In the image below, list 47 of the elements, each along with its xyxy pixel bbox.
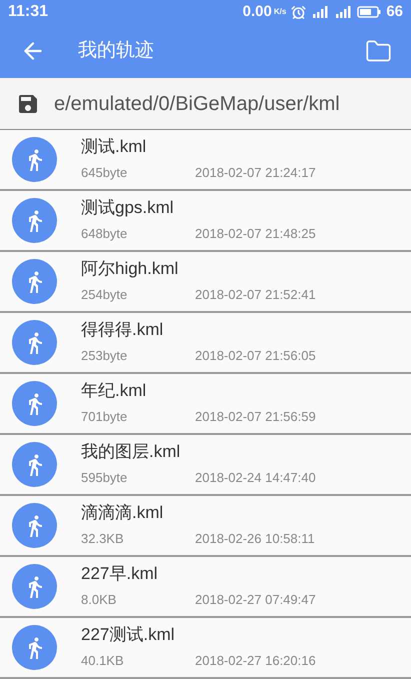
- file-name: 阿尔high.kml: [81, 258, 180, 280]
- file-date: 2018-02-27 07:49:47: [195, 591, 316, 610]
- file-date: 2018-02-26 10:58:11: [195, 530, 315, 548]
- walking-icon: [12, 625, 57, 670]
- file-date: 2018-02-07 21:56:05: [195, 347, 316, 366]
- battery-icon: [357, 6, 382, 18]
- file-name: 滴滴滴.kml: [81, 502, 164, 524]
- file-size: 8.0KB: [81, 591, 118, 610]
- file-size: 254byte: [81, 286, 128, 304]
- file-name: 得得得.kml: [81, 319, 164, 342]
- file-name: 测试gps.kml: [81, 197, 175, 220]
- walking-icon: [12, 564, 57, 609]
- directory-path: e/emulated/0/BiGeMap/user/kml: [54, 92, 340, 116]
- file-size: 40.1KB: [81, 652, 125, 670]
- file-size: 701byte: [81, 408, 128, 426]
- file-size: 648byte: [81, 225, 128, 244]
- file-name: 测试.kml: [81, 136, 148, 158]
- walking-icon: [12, 381, 57, 426]
- file-name: 227早.kml: [81, 563, 159, 586]
- signal-icon: [311, 6, 330, 18]
- clock-time: 11:31: [8, 2, 48, 22]
- walking-icon: [12, 137, 57, 182]
- network-speed: 0.00: [242, 2, 272, 22]
- file-date: 2018-02-27 16:20:16: [195, 652, 316, 670]
- file-date: 2018-02-07 21:52:41: [195, 286, 316, 304]
- folder-icon: [364, 38, 392, 64]
- speed-unit: K/s: [274, 6, 286, 18]
- walking-icon: [12, 503, 57, 548]
- file-name: 227测试.kml: [81, 624, 176, 646]
- page-title: 我的轨迹: [78, 38, 154, 63]
- file-name: 年纪.kml: [81, 380, 148, 402]
- walking-icon: [12, 442, 57, 487]
- file-size: 32.3KB: [81, 530, 125, 548]
- walking-icon: [12, 259, 57, 304]
- file-name: 我的图层.kml: [81, 441, 182, 464]
- signal-icon: [334, 6, 352, 18]
- file-date: 2018-02-07 21:56:59: [195, 408, 316, 426]
- file-size: 595byte: [81, 469, 128, 488]
- file-size: 645byte: [81, 164, 128, 182]
- file-size: 253byte: [81, 347, 128, 366]
- file-date: 2018-02-24 14:47:40: [195, 469, 316, 488]
- file-date: 2018-02-07 21:24:17: [195, 164, 316, 182]
- alarm-icon: [291, 4, 306, 20]
- file-date: 2018-02-07 21:48:25: [195, 225, 316, 244]
- battery-level: 66: [386, 2, 403, 22]
- walking-icon: [12, 320, 57, 365]
- walking-icon: [12, 198, 57, 243]
